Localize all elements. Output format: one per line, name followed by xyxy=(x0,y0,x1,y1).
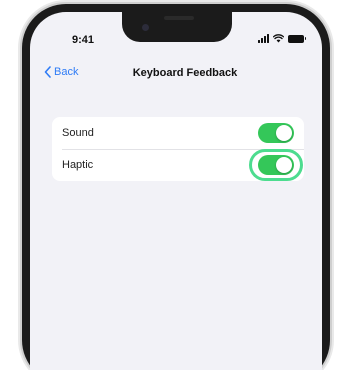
notch xyxy=(122,12,232,42)
front-camera-icon xyxy=(142,24,149,31)
toggle-knob xyxy=(276,125,292,141)
stage: 9:41 Back Keyboard Feedback Sound Haptic xyxy=(0,0,340,370)
status-icons xyxy=(258,34,306,43)
page-title: Keyboard Feedback xyxy=(132,67,238,79)
sound-toggle[interactable] xyxy=(258,123,294,143)
setting-row-sound: Sound xyxy=(52,117,304,149)
setting-row-haptic: Haptic xyxy=(52,149,304,181)
wifi-icon xyxy=(273,34,284,43)
navigation-bar: Back Keyboard Feedback xyxy=(30,64,322,86)
settings-group: Sound Haptic xyxy=(52,117,304,181)
toggle-knob xyxy=(276,157,292,173)
setting-label-sound: Sound xyxy=(62,127,94,139)
haptic-toggle[interactable] xyxy=(258,155,294,175)
power-button xyxy=(330,110,334,158)
phone-screen: 9:41 Back Keyboard Feedback Sound Haptic xyxy=(30,12,322,370)
status-time: 9:41 xyxy=(72,34,95,46)
battery-icon xyxy=(288,34,306,43)
setting-label-haptic: Haptic xyxy=(62,159,94,171)
speaker-grille xyxy=(164,16,194,20)
signal-icon xyxy=(258,34,269,43)
phone-frame: 9:41 Back Keyboard Feedback Sound Haptic xyxy=(22,4,330,370)
